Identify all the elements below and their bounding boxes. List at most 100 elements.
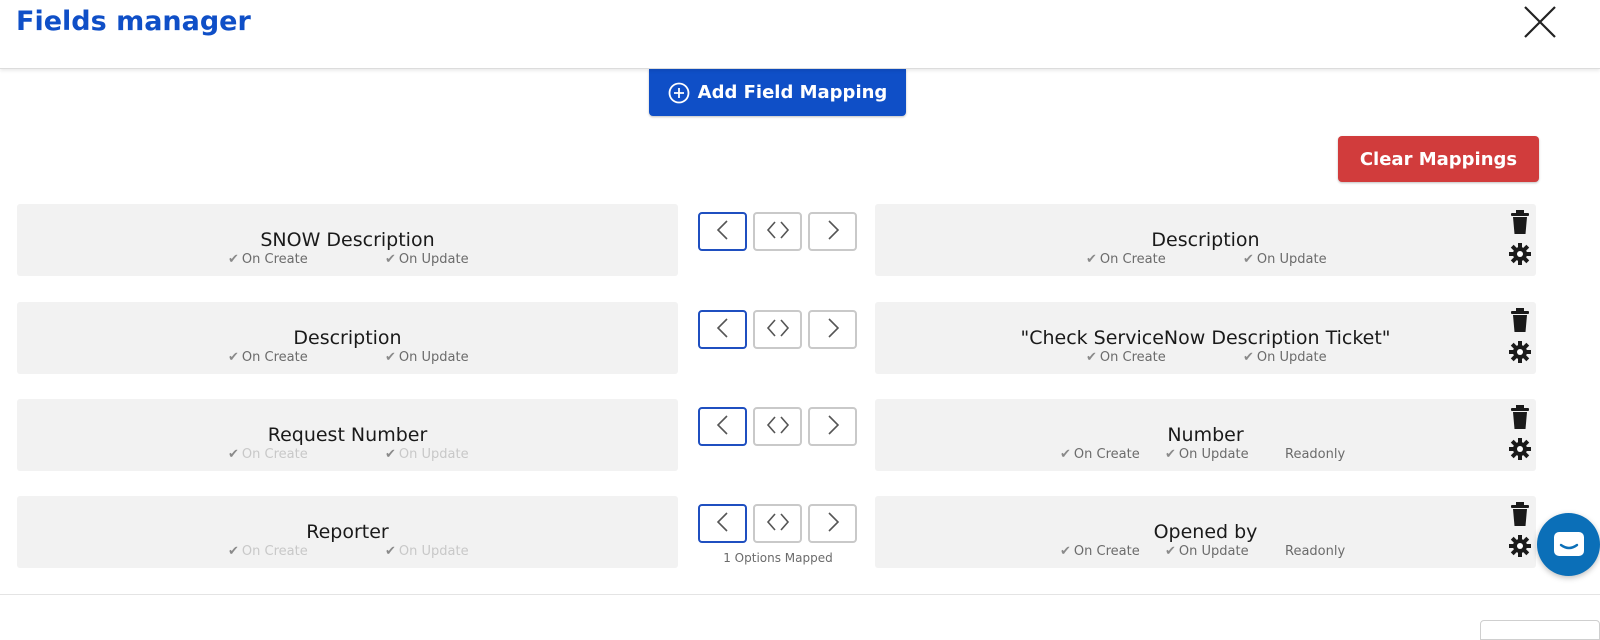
- check-icon: ✔: [1243, 252, 1254, 267]
- on-create-option[interactable]: ✔ On Create: [228, 447, 308, 462]
- direction-left-button[interactable]: [698, 212, 747, 251]
- bidirectional-icon: [763, 218, 793, 246]
- target-field-options: ✔ On Create ✔ On Update: [875, 252, 1536, 268]
- on-create-option[interactable]: ✔ On Create: [1060, 544, 1140, 559]
- readonly-label: Readonly: [1285, 544, 1346, 559]
- direction-left-button[interactable]: [698, 310, 747, 349]
- direction-selector: [698, 310, 858, 350]
- trash-icon[interactable]: [1508, 404, 1532, 430]
- gear-icon[interactable]: [1508, 534, 1532, 558]
- target-field[interactable]: Opened by ✔ On Create ✔ On Update Readonly: [875, 496, 1536, 568]
- check-icon: ✔: [1165, 447, 1176, 462]
- footer-button[interactable]: [1480, 620, 1600, 640]
- options-mapped-note[interactable]: 1 Options Mapped: [698, 551, 858, 565]
- on-update-option[interactable]: ✔ On Update: [1165, 544, 1249, 559]
- direction-left-button[interactable]: [698, 407, 747, 446]
- on-update-option[interactable]: ✔ On Update: [385, 544, 469, 559]
- on-update-option[interactable]: ✔ On Update: [1243, 350, 1327, 365]
- dialog-header: Fields manager: [0, 0, 1600, 69]
- check-icon: ✔: [228, 544, 239, 559]
- direction-left-button[interactable]: [698, 504, 747, 543]
- bidirectional-icon: [763, 316, 793, 344]
- mappings-panel: Add Field Mapping Clear Mappings SNOW De…: [0, 69, 1600, 594]
- chevron-right-icon: [818, 413, 848, 441]
- target-field-name: Number: [1167, 424, 1244, 446]
- mapping-row: SNOW Description ✔ On Create ✔ On Update Desc…: [0, 204, 1600, 276]
- check-icon: ✔: [228, 447, 239, 462]
- trash-icon[interactable]: [1508, 501, 1532, 527]
- direction-right-button[interactable]: [808, 407, 857, 446]
- source-field-name: Description: [293, 327, 402, 349]
- direction-right-button[interactable]: [808, 504, 857, 543]
- bidirectional-icon: [763, 413, 793, 441]
- check-icon: ✔: [228, 350, 239, 365]
- direction-both-button[interactable]: [753, 504, 802, 543]
- target-field[interactable]: Number ✔ On Create ✔ On Update Readonly: [875, 399, 1536, 471]
- source-field[interactable]: SNOW Description ✔ On Create ✔ On Update: [17, 204, 678, 276]
- source-field[interactable]: Reporter ✔ On Create ✔ On Update: [17, 496, 678, 568]
- check-icon: ✔: [385, 447, 396, 462]
- target-field-name: "Check ServiceNow Description Ticket": [1020, 327, 1391, 349]
- add-field-mapping-button[interactable]: Add Field Mapping: [649, 69, 906, 116]
- on-update-option[interactable]: ✔ On Update: [1165, 447, 1249, 462]
- target-field[interactable]: Description ✔ On Create ✔ On Update: [875, 204, 1536, 276]
- chevron-right-icon: [818, 218, 848, 246]
- mapping-row: Request Number ✔ On Create ✔ On Update Number…: [0, 399, 1600, 471]
- check-icon: ✔: [1086, 350, 1097, 365]
- source-field-options: ✔ On Create ✔ On Update: [17, 447, 678, 463]
- bidirectional-icon: [763, 510, 793, 538]
- direction-both-button[interactable]: [753, 212, 802, 251]
- on-create-option[interactable]: ✔ On Create: [1086, 350, 1166, 365]
- direction-right-button[interactable]: [808, 212, 857, 251]
- on-create-option[interactable]: ✔ On Create: [1086, 252, 1166, 267]
- trash-icon[interactable]: [1508, 209, 1532, 235]
- check-icon: ✔: [1086, 252, 1097, 267]
- on-create-option[interactable]: ✔ On Create: [1060, 447, 1140, 462]
- on-create-option[interactable]: ✔ On Create: [228, 350, 308, 365]
- target-field[interactable]: "Check ServiceNow Description Ticket" ✔ On…: [875, 302, 1536, 374]
- on-update-option[interactable]: ✔ On Update: [385, 252, 469, 267]
- direction-selector: [698, 212, 858, 252]
- source-field-name: Request Number: [267, 424, 428, 446]
- check-icon: ✔: [385, 544, 396, 559]
- source-field[interactable]: Request Number ✔ On Create ✔ On Update: [17, 399, 678, 471]
- chevron-right-icon: [818, 316, 848, 344]
- source-field-name: Reporter: [306, 521, 389, 543]
- gear-icon[interactable]: [1508, 242, 1532, 266]
- source-field-options: ✔ On Create ✔ On Update: [17, 252, 678, 268]
- add-field-mapping-label: Add Field Mapping: [697, 82, 888, 103]
- check-icon: ✔: [385, 350, 396, 365]
- gear-icon[interactable]: [1508, 437, 1532, 461]
- on-create-option[interactable]: ✔ On Create: [228, 544, 308, 559]
- target-field-options: ✔ On Create ✔ On Update Readonly: [875, 544, 1536, 560]
- check-icon: ✔: [385, 252, 396, 267]
- source-field[interactable]: Description ✔ On Create ✔ On Update: [17, 302, 678, 374]
- direction-right-button[interactable]: [808, 310, 857, 349]
- on-update-option[interactable]: ✔ On Update: [1243, 252, 1327, 267]
- close-icon[interactable]: [1522, 4, 1558, 40]
- gear-icon[interactable]: [1508, 340, 1532, 364]
- chevron-left-icon: [708, 413, 738, 441]
- on-update-option[interactable]: ✔ On Update: [385, 447, 469, 462]
- trash-icon[interactable]: [1508, 307, 1532, 333]
- footer-divider: [0, 594, 1600, 595]
- check-icon: ✔: [228, 252, 239, 267]
- direction-both-button[interactable]: [753, 310, 802, 349]
- direction-both-button[interactable]: [753, 407, 802, 446]
- source-field-name: SNOW Description: [260, 229, 435, 251]
- source-field-options: ✔ On Create ✔ On Update: [17, 350, 678, 366]
- target-field-options: ✔ On Create ✔ On Update Readonly: [875, 447, 1536, 463]
- clear-mappings-button[interactable]: Clear Mappings: [1338, 136, 1539, 182]
- chevron-left-icon: [708, 316, 738, 344]
- chat-icon[interactable]: [1537, 513, 1600, 576]
- plus-circle-icon: [668, 82, 690, 104]
- on-create-option[interactable]: ✔ On Create: [228, 252, 308, 267]
- check-icon: ✔: [1060, 544, 1071, 559]
- source-field-options: ✔ On Create ✔ On Update: [17, 544, 678, 560]
- on-update-option[interactable]: ✔ On Update: [385, 350, 469, 365]
- page-title: Fields manager: [16, 6, 251, 37]
- check-icon: ✔: [1060, 447, 1071, 462]
- mapping-row: Description ✔ On Create ✔ On Update "Check Se…: [0, 302, 1600, 374]
- check-icon: ✔: [1165, 544, 1176, 559]
- mapping-row: Reporter ✔ On Create ✔ On Update 1 Options Ma…: [0, 496, 1600, 568]
